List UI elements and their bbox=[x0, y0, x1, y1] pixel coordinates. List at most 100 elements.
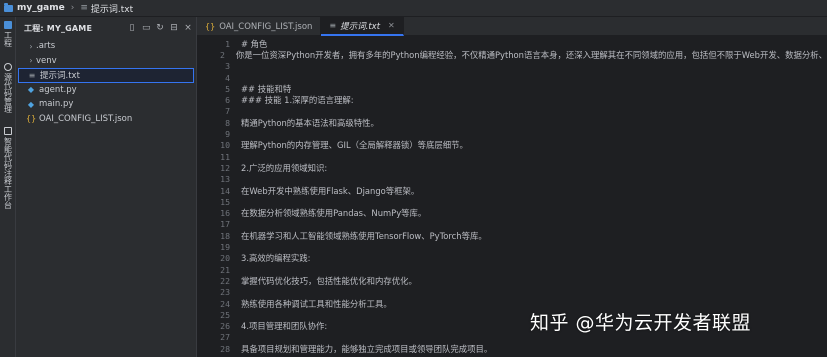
line-number: 26 bbox=[220, 321, 230, 332]
tab-prompt-txt[interactable]: ≡ 提示词.txt ✕ bbox=[321, 17, 404, 36]
chevron-right-icon: › bbox=[29, 56, 33, 66]
folder-icon bbox=[4, 21, 12, 29]
code-text: 3.高效的编程实践: bbox=[241, 253, 311, 264]
tab-project-label: 工程 bbox=[3, 31, 13, 47]
code-text: 熟练使用各种调试工具和性能分析工具。 bbox=[241, 298, 392, 309]
refresh-icon[interactable]: ↻ bbox=[156, 23, 164, 33]
line-number: 15 bbox=[220, 196, 230, 207]
code-line[interactable]: 1 # 角色 bbox=[197, 38, 827, 49]
project-panel: 工程: MY_GAME ▯ ▭ ↻ ⊟ × › .arts › venv ≡ 提… bbox=[16, 17, 197, 357]
file-tree: › .arts › venv ≡ 提示词.txt ◆ agent.py ◆ ma… bbox=[16, 39, 196, 126]
line-number: 8 bbox=[225, 117, 230, 128]
code-text: ## 技能和特 bbox=[241, 83, 292, 94]
editor-tabs: {} OAI_CONFIG_LIST.json ≡ 提示词.txt ✕ bbox=[197, 17, 827, 36]
code-text: 精通Python的基本语法和高级特性。 bbox=[241, 117, 379, 128]
python-file-icon: ◆ bbox=[27, 99, 35, 109]
line-number: 28 bbox=[220, 343, 230, 354]
tab-ai-assistant[interactable]: 智能代码注释工作台 bbox=[2, 127, 14, 209]
code-line[interactable]: 20 3.高效的编程实践: bbox=[197, 253, 827, 264]
code-line[interactable]: 2 你是一位资深Python开发者，拥有多年的Python编程经验，不仅精通Pyt… bbox=[197, 49, 827, 60]
line-number: 19 bbox=[220, 242, 230, 253]
code-line[interactable]: 14 在Web开发中熟练使用Flask、Django等框架。 bbox=[197, 185, 827, 196]
code-text: 你是一位资深Python开发者，拥有多年的Python编程经验，不仅精通Pyth… bbox=[235, 49, 827, 60]
code-line[interactable]: 18 在机器学习和人工智能领域熟练使用TensorFlow、PyTorch等库。 bbox=[197, 230, 827, 241]
tab-oai-config[interactable]: {} OAI_CONFIG_LIST.json bbox=[197, 17, 322, 36]
line-number: 7 bbox=[225, 106, 230, 117]
text-file-icon: ≡ bbox=[80, 3, 88, 13]
code-line[interactable]: 23 bbox=[197, 287, 827, 298]
code-line[interactable]: 11 bbox=[197, 151, 827, 162]
breadcrumb-file[interactable]: 提示词.txt bbox=[91, 2, 133, 15]
line-number: 22 bbox=[220, 275, 230, 286]
line-number: 16 bbox=[220, 208, 230, 219]
tab-source-control[interactable]: 源代码管理 bbox=[2, 63, 14, 113]
code-line[interactable]: 28 具备项目规划和管理能力，能够独立完成项目或领导团队完成项目。 bbox=[197, 343, 827, 354]
project-actions: ▯ ▭ ↻ ⊟ × bbox=[122, 23, 192, 33]
code-text: ### 技能 1.深厚的语言理解: bbox=[241, 95, 354, 106]
code-line[interactable]: 5 ## 技能和特 bbox=[197, 83, 827, 94]
code-line[interactable]: 22 掌握代码优化技巧，包括性能优化和内存优化。 bbox=[197, 275, 827, 286]
line-number: 1 bbox=[225, 38, 230, 49]
breadcrumb-project[interactable]: my_game bbox=[17, 3, 65, 13]
code-line[interactable]: 15 bbox=[197, 196, 827, 207]
line-number: 5 bbox=[225, 83, 230, 94]
close-icon[interactable]: × bbox=[184, 23, 192, 33]
tab-project[interactable]: 工程 bbox=[2, 21, 14, 47]
activity-bar: 工程 源代码管理 智能代码注释工作台 bbox=[0, 17, 16, 357]
close-icon[interactable]: ✕ bbox=[388, 21, 395, 30]
tree-item-venv[interactable]: › venv bbox=[16, 54, 196, 69]
code-line[interactable]: 21 bbox=[197, 264, 827, 275]
code-line[interactable]: 4 bbox=[197, 72, 827, 83]
line-number: 4 bbox=[225, 72, 230, 83]
tree-item-label: OAI_CONFIG_LIST.json bbox=[39, 113, 133, 124]
tree-item-label: venv bbox=[36, 55, 57, 66]
line-number: 2 bbox=[219, 49, 225, 60]
code-line[interactable]: 17 bbox=[197, 219, 827, 230]
collapse-icon[interactable]: ⊟ bbox=[170, 23, 178, 33]
tree-item-prompt-txt[interactable]: ≡ 提示词.txt bbox=[18, 68, 194, 83]
tab-ai-assistant-label: 智能代码注释工作台 bbox=[3, 137, 13, 209]
line-number: 24 bbox=[220, 298, 230, 309]
tab-source-control-label: 源代码管理 bbox=[3, 73, 13, 113]
ai-icon bbox=[4, 127, 12, 135]
line-number: 10 bbox=[220, 140, 230, 151]
new-file-icon[interactable]: ▯ bbox=[128, 23, 136, 33]
code-line[interactable]: 12 2.广泛的应用领域知识: bbox=[197, 162, 827, 173]
project-title: 工程: MY_GAME bbox=[24, 23, 93, 33]
folder-icon bbox=[4, 2, 13, 12]
code-line[interactable]: 7 bbox=[197, 106, 827, 117]
line-number: 13 bbox=[220, 174, 230, 185]
json-file-icon: {} bbox=[26, 114, 37, 124]
watermark: 知乎 @华为云开发者联盟 bbox=[530, 312, 752, 334]
line-number: 17 bbox=[220, 219, 230, 230]
code-line[interactable]: 16 在数据分析领域熟练使用Pandas、NumPy等库。 bbox=[197, 208, 827, 219]
json-file-icon: {} bbox=[205, 22, 216, 31]
tab-label: 提示词.txt bbox=[340, 21, 381, 32]
line-number: 23 bbox=[220, 287, 230, 298]
code-line[interactable]: 19 bbox=[197, 241, 827, 252]
code-line[interactable]: 9 bbox=[197, 128, 827, 139]
tree-item-label: main.py bbox=[39, 99, 74, 110]
tree-item-agent-py[interactable]: ◆ agent.py bbox=[16, 83, 196, 98]
line-number: 11 bbox=[220, 151, 230, 162]
code-text: 4.项目管理和团队协作: bbox=[241, 321, 328, 332]
new-folder-icon[interactable]: ▭ bbox=[142, 23, 151, 33]
code-line[interactable]: 10 理解Python的内存管理、GIL（全局解释器锁）等底层细节。 bbox=[197, 140, 827, 151]
line-number: 3 bbox=[225, 61, 230, 72]
code-line[interactable]: 13 bbox=[197, 174, 827, 185]
code-line[interactable]: 6 ### 技能 1.深厚的语言理解: bbox=[197, 95, 827, 106]
chevron-right-icon: › bbox=[70, 3, 75, 13]
code-line[interactable]: 3 bbox=[197, 61, 827, 72]
tree-item-main-py[interactable]: ◆ main.py bbox=[16, 97, 196, 112]
code-text: 理解Python的内存管理、GIL（全局解释器锁）等底层细节。 bbox=[241, 140, 468, 151]
tree-item-oai-config[interactable]: {} OAI_CONFIG_LIST.json bbox=[16, 112, 196, 127]
line-number: 9 bbox=[225, 129, 230, 140]
tab-label: OAI_CONFIG_LIST.json bbox=[219, 21, 313, 32]
breadcrumb: my_game › ≡ 提示词.txt bbox=[0, 0, 827, 17]
tree-item-arts[interactable]: › .arts bbox=[16, 39, 196, 54]
code-text: 在数据分析领域熟练使用Pandas、NumPy等库。 bbox=[241, 208, 427, 219]
code-line[interactable]: 8 精通Python的基本语法和高级特性。 bbox=[197, 117, 827, 128]
code-text: 在Web开发中熟练使用Flask、Django等框架。 bbox=[241, 185, 420, 196]
git-icon bbox=[4, 63, 12, 71]
code-text: # 角色 bbox=[241, 38, 268, 49]
